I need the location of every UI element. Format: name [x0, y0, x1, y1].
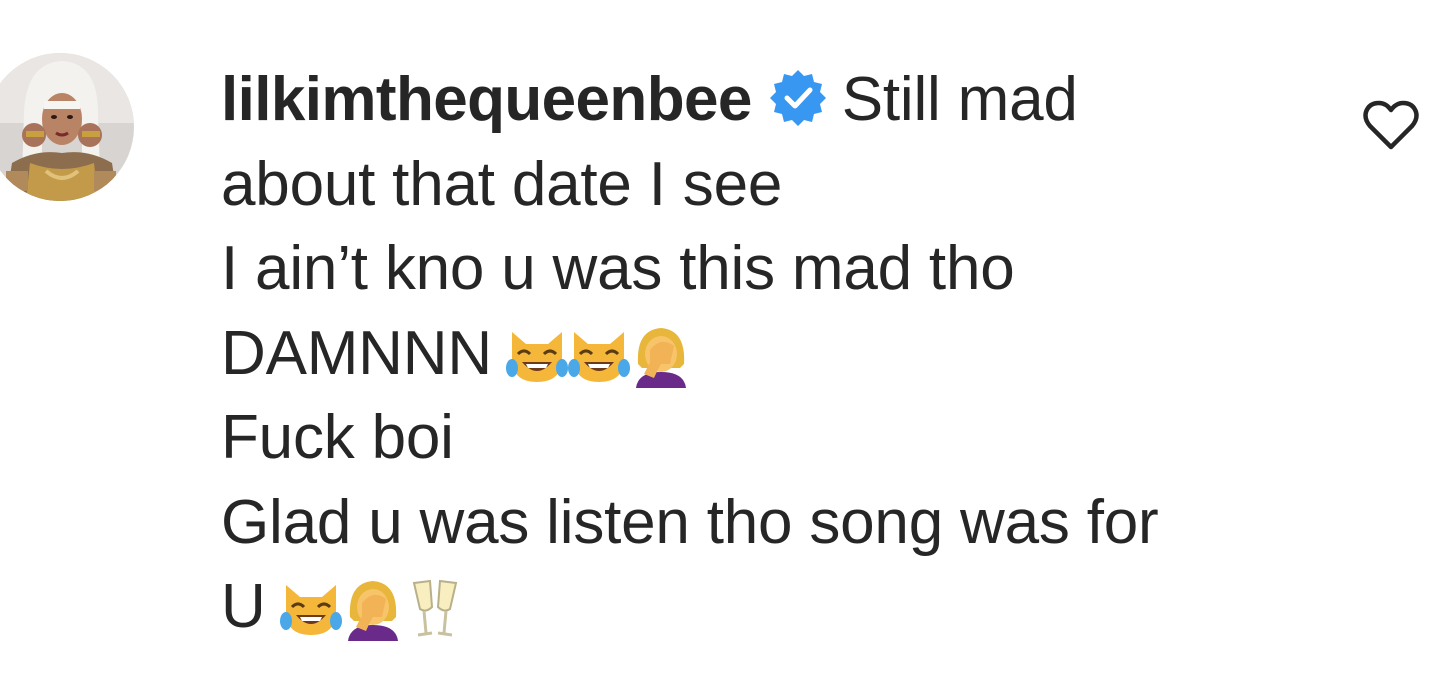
verified-badge-icon — [768, 68, 828, 128]
woman-facepalming-icon — [630, 324, 692, 388]
like-button[interactable] — [1362, 99, 1420, 151]
comment-text-line: Fuck boi — [221, 403, 454, 472]
heart-outline-icon — [1363, 100, 1419, 150]
comment-line-7: U — [221, 565, 1301, 650]
comment-text-line: DAMNNN — [221, 318, 492, 388]
comment-text: lilkimthequeenbee Still mad about that da… — [221, 58, 1301, 650]
cat-tears-of-joy-icon — [279, 577, 342, 641]
comment-line-4: DAMNNN — [221, 312, 1301, 397]
comment-text-line: U — [221, 572, 266, 641]
comment-text-line: I ain’t kno u was this mad tho — [221, 234, 1015, 303]
cat-tears-of-joy-icon — [505, 324, 568, 388]
comment-text-line: Glad u was listen tho song was for — [221, 487, 1159, 557]
cat-tears-of-joy-icon — [567, 324, 630, 388]
avatar[interactable] — [0, 53, 134, 201]
username-link[interactable]: lilkimthequeenbee — [221, 65, 752, 134]
woman-facepalming-icon — [342, 577, 404, 641]
clinking-glasses-icon — [404, 577, 466, 641]
comment-text-line: Still mad — [841, 65, 1078, 134]
comment-line-1: lilkimthequeenbee Still mad — [221, 58, 1301, 143]
avatar-photo — [0, 53, 134, 201]
comment-text-line: about that date I see — [221, 149, 783, 219]
comment: lilkimthequeenbee Still mad about that da… — [0, 0, 1449, 688]
